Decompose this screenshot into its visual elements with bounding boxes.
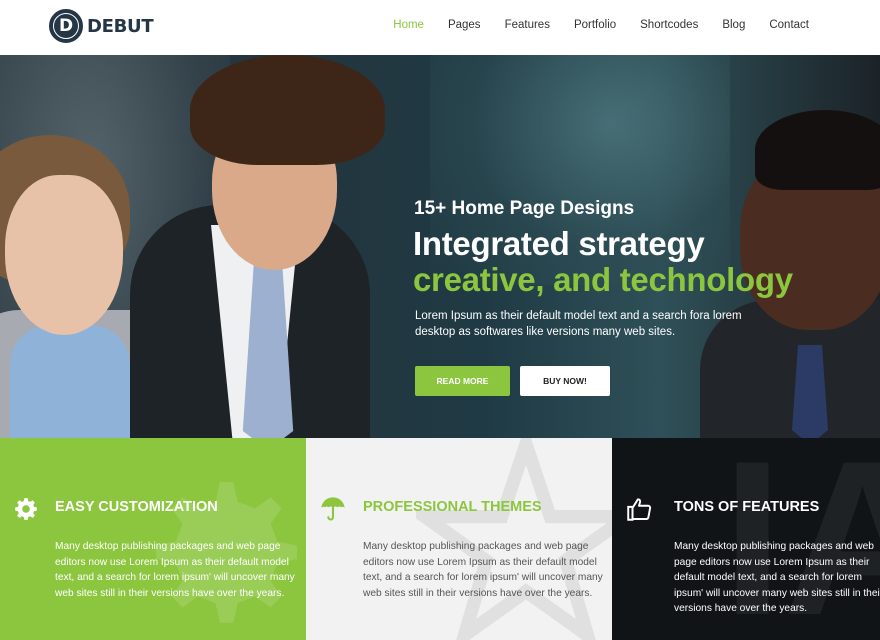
nav-pages[interactable]: Pages <box>448 19 481 31</box>
nav-portfolio[interactable]: Portfolio <box>574 19 616 31</box>
main-nav: Home Pages Features Portfolio Shortcodes… <box>369 19 809 31</box>
read-more-button[interactable]: READ MORE <box>415 366 510 396</box>
feature-title: PROFESSIONAL THEMES <box>363 499 542 515</box>
nav-features[interactable]: Features <box>505 19 550 31</box>
umbrella-icon <box>319 495 347 523</box>
feature-text: Many desktop publishing packages and web… <box>363 541 603 599</box>
feature-tons-of-features: IA TONS OF FEATURES Many desktop publish… <box>612 438 880 640</box>
hero-title-accent: creative, and technology <box>413 261 793 298</box>
site-header: D DEBUT Home Pages Features Portfolio Sh… <box>0 0 880 55</box>
hero-title: Integrated strategy <box>413 225 705 262</box>
woman-face <box>5 175 123 335</box>
gear-icon <box>12 495 40 523</box>
nav-contact[interactable]: Contact <box>769 19 809 31</box>
feature-text: Many desktop publishing packages and web… <box>55 541 295 599</box>
nav-shortcodes[interactable]: Shortcodes <box>640 19 698 31</box>
buy-now-button[interactable]: BUY NOW! <box>520 366 610 396</box>
feature-easy-customization: EASY CUSTOMIZATION Many desktop publishi… <box>0 438 306 640</box>
nav-home[interactable]: Home <box>393 19 424 31</box>
woman-shirt <box>10 325 130 438</box>
logo-letter: D <box>58 16 74 36</box>
nav-blog[interactable]: Blog <box>722 19 745 31</box>
feature-professional-themes: PROFESSIONAL THEMES Many desktop publish… <box>306 438 612 640</box>
thumbs-up-icon <box>625 495 653 523</box>
man-hair <box>190 55 385 165</box>
feature-text: Many desktop publishing packages and web… <box>674 541 880 614</box>
feature-title: TONS OF FEATURES <box>674 499 820 515</box>
hero-banner: 15+ Home Page Designs Integrated strateg… <box>0 55 880 438</box>
logo-text: DEBUT <box>87 15 154 37</box>
logo-mark: D <box>49 9 83 43</box>
feature-title: EASY CUSTOMIZATION <box>55 499 218 515</box>
man2-hair <box>755 110 880 190</box>
hero-subtitle: 15+ Home Page Designs <box>414 198 635 219</box>
logo[interactable]: D DEBUT <box>49 9 154 43</box>
hero-description: Lorem Ipsum as their default model text … <box>415 310 742 338</box>
